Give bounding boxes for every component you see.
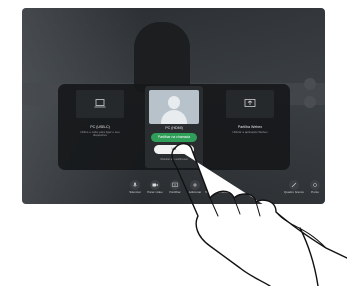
tile-thumbnail bbox=[76, 90, 124, 118]
hand-illustration bbox=[171, 143, 347, 286]
hdmi-preview bbox=[149, 90, 199, 124]
share-tile-usbc[interactable]: PC (USB-C) Utilize o cabo para ligar o s… bbox=[74, 90, 126, 164]
remote-participant-silhouette bbox=[134, 22, 190, 92]
toolbar-label: Silenciar bbox=[129, 190, 141, 194]
screen-share-icon bbox=[244, 99, 256, 107]
tile-thumbnail bbox=[226, 90, 274, 118]
side-control-button[interactable] bbox=[304, 78, 316, 90]
tile-subtitle: Utilize o cabo para ligar o seu disposit… bbox=[80, 129, 120, 138]
tile-title: PC (USB-C) bbox=[90, 125, 110, 129]
mute-button[interactable]: Silenciar bbox=[125, 180, 145, 195]
avatar-body bbox=[161, 110, 187, 124]
laptop-icon bbox=[94, 99, 106, 108]
avatar-icon bbox=[168, 96, 180, 109]
side-control-button[interactable] bbox=[304, 96, 316, 108]
mic-icon bbox=[130, 180, 140, 190]
